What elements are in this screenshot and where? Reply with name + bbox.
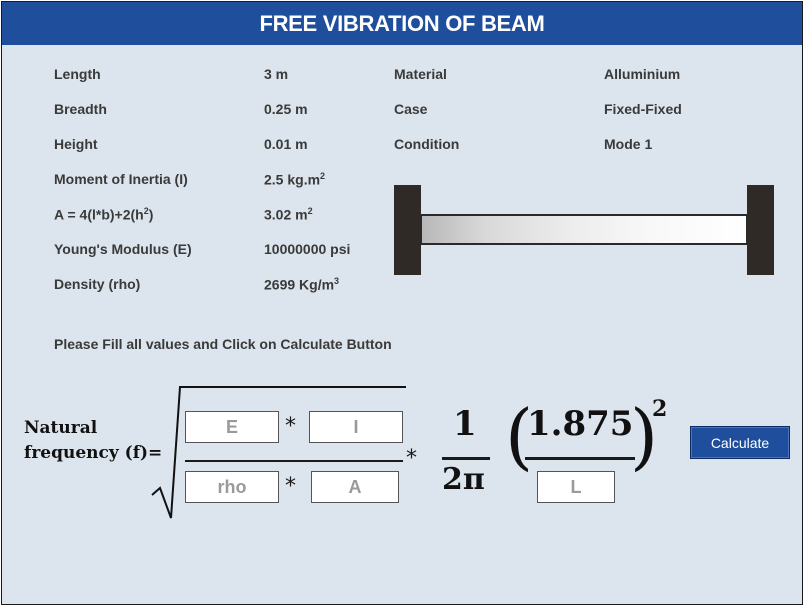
case-label: Case [394, 101, 428, 117]
area-value: 3.02 m2 [264, 206, 313, 223]
beam [420, 214, 748, 245]
title-bar: FREE VIBRATION OF BEAM [2, 2, 802, 45]
material-value: Alluminium [604, 66, 681, 82]
density-value: 2699 Kg/m3 [264, 276, 340, 293]
length-label: Length [54, 66, 101, 82]
two-pi: 2π [442, 462, 485, 497]
left-support [394, 185, 421, 275]
condition-value: Mode 1 [604, 136, 653, 152]
input-i[interactable]: I [309, 411, 403, 443]
height-label: Height [54, 136, 98, 152]
calculate-button[interactable]: Calculate [690, 426, 790, 459]
formula-label: Natural frequency (f)= [24, 418, 163, 463]
area-label: A = 4(l*b)+2(h2) [54, 206, 154, 223]
input-e[interactable]: E [185, 411, 279, 443]
multiply-symbol: * [285, 414, 296, 439]
app-window: FREE VIBRATION OF BEAM Length 3 m Breadt… [1, 1, 803, 605]
breadth-label: Breadth [54, 101, 107, 117]
multiply-symbol: * [285, 474, 296, 499]
length-value: 3 m [264, 66, 289, 82]
page-title: FREE VIBRATION OF BEAM [259, 10, 545, 36]
youngs-modulus-value: 10000000 psi [264, 241, 351, 257]
youngs-modulus-label: Young's Modulus (E) [54, 241, 192, 257]
inertia-label: Moment of Inertia (I) [54, 171, 188, 187]
input-rho[interactable]: rho [185, 471, 279, 503]
height-value: 0.01 m [264, 136, 308, 152]
fraction-bar [442, 457, 490, 460]
input-l[interactable]: L [537, 471, 615, 503]
input-a[interactable]: A [311, 471, 399, 503]
fraction-bar [185, 460, 403, 462]
fraction-bar [525, 457, 635, 460]
material-label: Material [394, 66, 447, 82]
density-label: Density (rho) [54, 276, 141, 292]
right-support [747, 185, 774, 275]
inertia-value: 2.5 kg.m2 [264, 171, 326, 188]
instruction-text: Please Fill all values and Click on Calc… [54, 336, 392, 352]
condition-label: Condition [394, 136, 460, 152]
case-value: Fixed-Fixed [604, 101, 682, 117]
multiply-symbol: * [406, 446, 417, 471]
sqrt-icon [151, 386, 406, 519]
coef-value: 1.875 [527, 404, 634, 444]
breadth-value: 0.25 m [264, 101, 308, 117]
exponent: 2 [652, 396, 668, 422]
numerator-one: 1 [453, 404, 477, 444]
